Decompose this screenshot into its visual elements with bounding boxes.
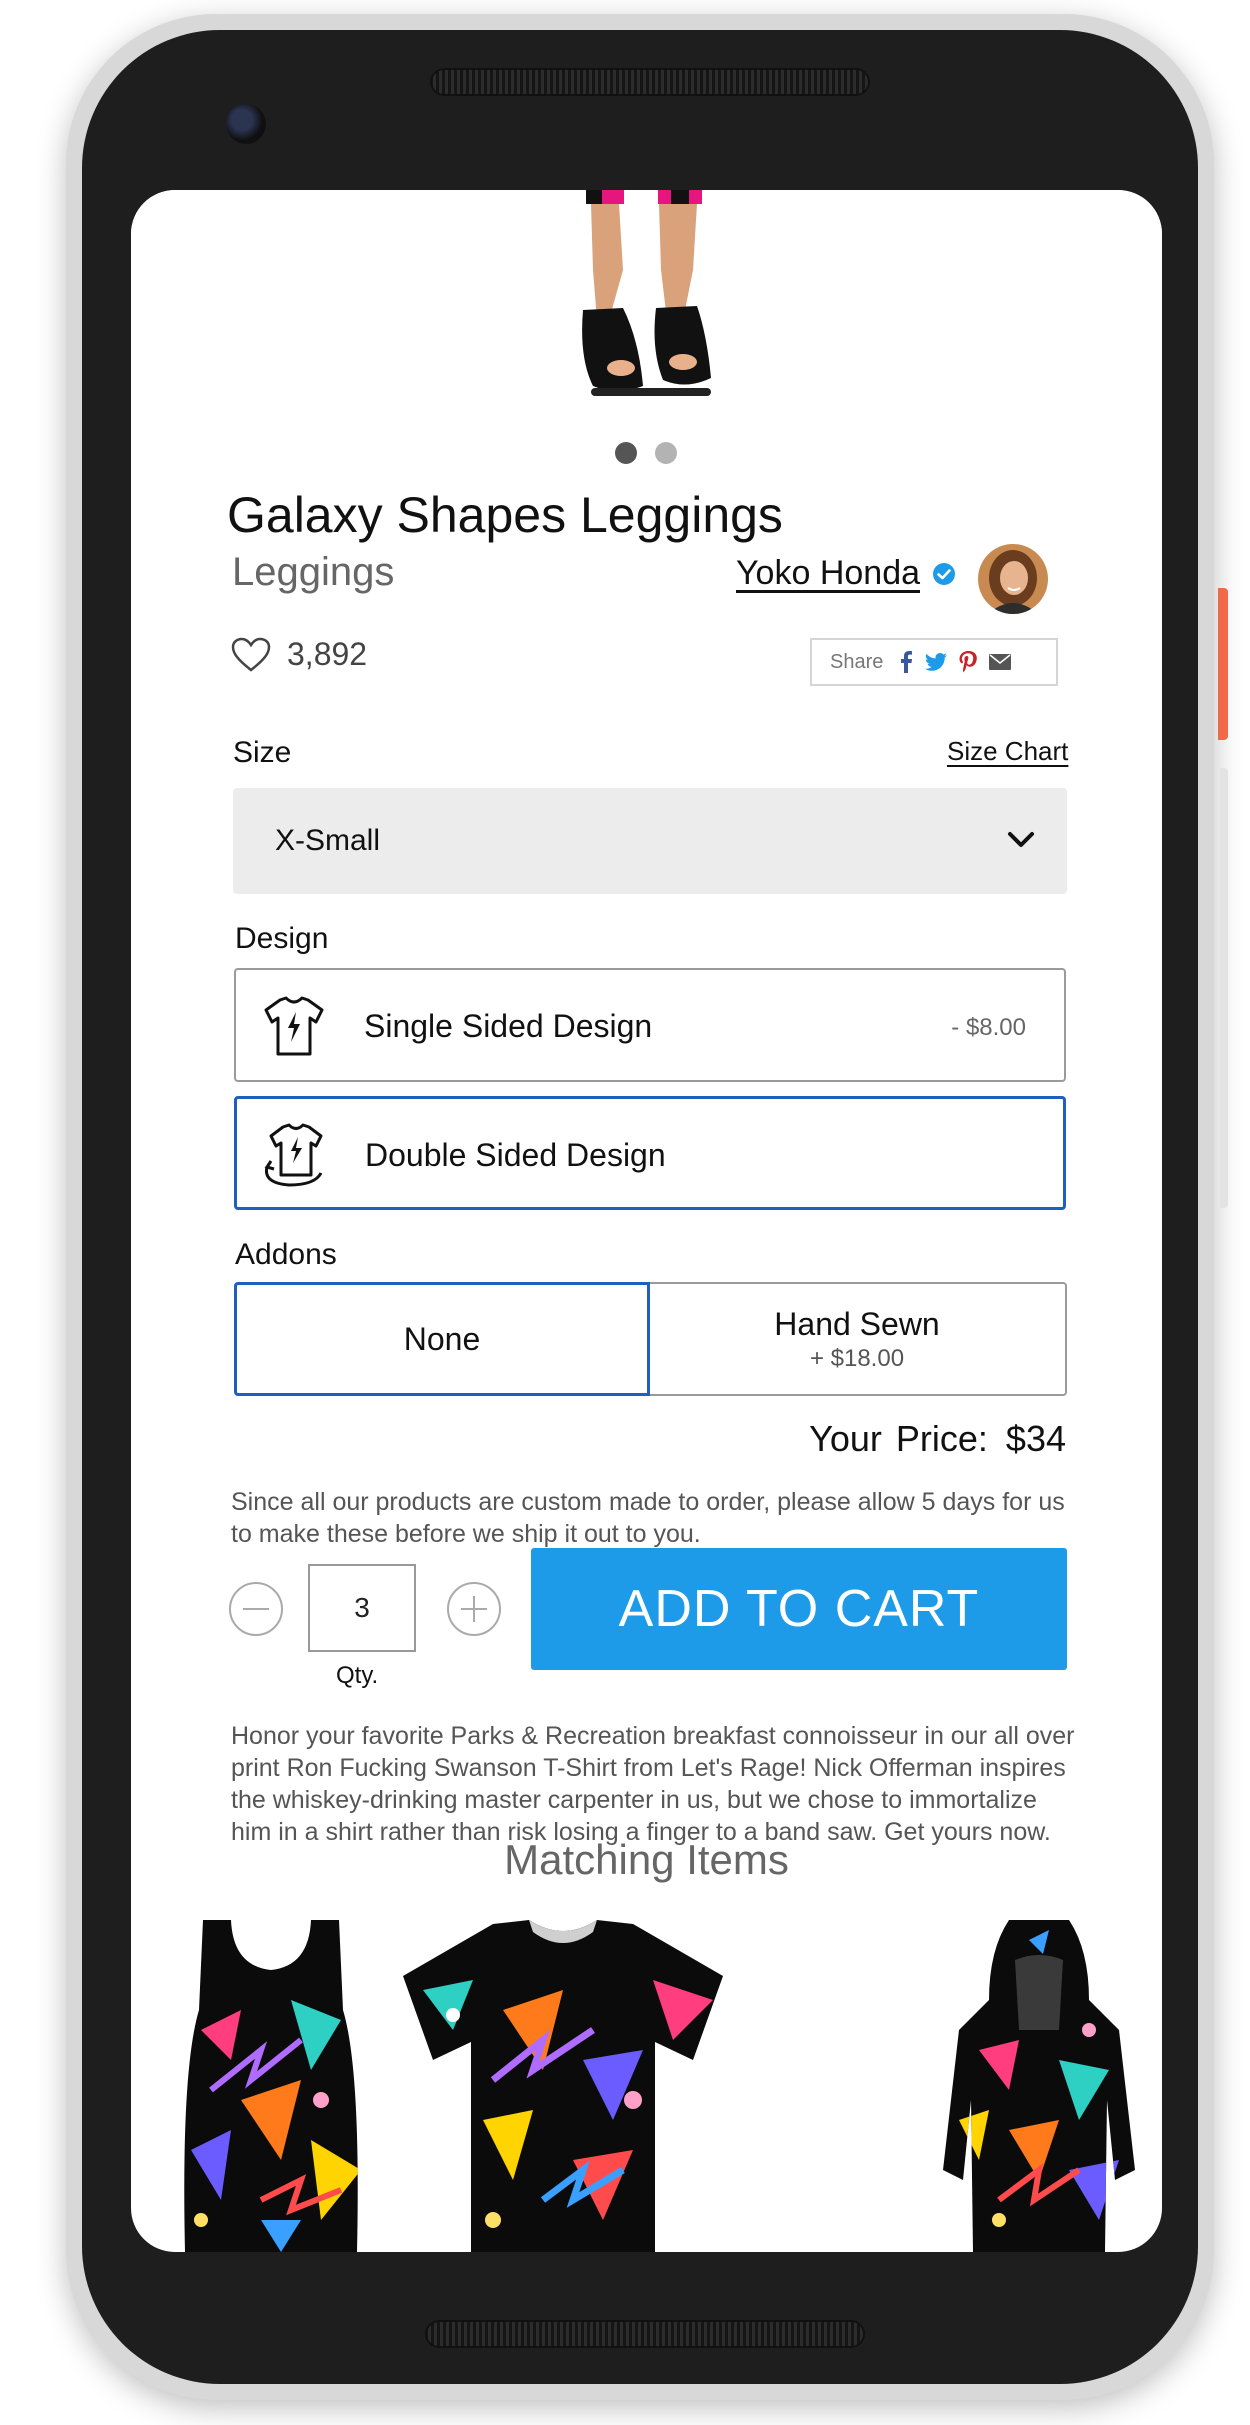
share-bar: Share: [810, 638, 1058, 686]
design-option-double[interactable]: Double Sided Design: [234, 1096, 1066, 1210]
heart-icon[interactable]: [231, 637, 271, 673]
your-price: Your Price: $34: [809, 1418, 1066, 1460]
app-screen: Galaxy Shapes Leggings Leggings Yoko Hon…: [131, 190, 1162, 2252]
carousel-dot-1[interactable]: [615, 442, 637, 464]
shipping-notice: Since all our products are custom made t…: [231, 1488, 1065, 1548]
matching-item-t-shirt[interactable]: [393, 1920, 733, 2252]
bottom-speaker-grille: [425, 2320, 865, 2348]
share-label: Share: [830, 650, 884, 673]
size-select[interactable]: X-Small: [233, 788, 1067, 894]
front-camera-icon: [226, 104, 266, 144]
product-title: Galaxy Shapes Leggings: [227, 487, 783, 543]
quantity-input[interactable]: 3: [308, 1564, 416, 1652]
price-value: $34: [1005, 1418, 1066, 1459]
addon-option-label: Hand Sewn: [774, 1306, 940, 1342]
addon-option-none[interactable]: None: [234, 1282, 650, 1396]
product-description: Honor your favorite Parks & Recreation b…: [231, 1722, 1075, 1846]
carousel-dots: [615, 442, 677, 464]
seller-name-link[interactable]: Yoko Honda: [736, 554, 920, 593]
size-label: Size: [233, 736, 292, 769]
design-option-price: - $8.00: [951, 1014, 1026, 1041]
tshirt-front-icon: [264, 996, 324, 1056]
carousel-dot-2[interactable]: [655, 442, 677, 464]
size-chart-link[interactable]: Size Chart: [947, 736, 1068, 767]
seller-avatar[interactable]: [978, 544, 1048, 614]
likes-count: 3,892: [287, 636, 368, 672]
top-speaker-grille: [430, 68, 870, 96]
price-label: Your Price:: [809, 1418, 988, 1459]
matching-item-tank-top[interactable]: [171, 1920, 371, 2252]
matching-item-hoodie[interactable]: [939, 1920, 1139, 2252]
likes[interactable]: 3,892: [231, 636, 367, 673]
verified-badge-icon: [933, 562, 956, 585]
pinterest-icon[interactable]: [959, 651, 978, 673]
design-option-label: Single Sided Design: [364, 1008, 653, 1044]
quantity-decrease-button[interactable]: [229, 1582, 283, 1636]
chevron-down-icon: [1008, 832, 1034, 847]
volume-button[interactable]: [1220, 768, 1228, 1208]
design-option-single[interactable]: Single Sided Design - $8.00: [234, 968, 1066, 1082]
email-icon[interactable]: [989, 654, 1012, 670]
product-category: Leggings: [232, 550, 395, 594]
addon-option-hand-sewn[interactable]: Hand Sewn + $18.00: [647, 1282, 1067, 1396]
addons-label: Addons: [235, 1238, 337, 1271]
tshirt-rotate-icon: [264, 1123, 323, 1187]
power-button[interactable]: [1218, 588, 1228, 740]
design-label: Design: [235, 922, 329, 955]
add-to-cart-button[interactable]: ADD TO CART: [531, 1548, 1067, 1670]
product-hero-image[interactable]: [131, 190, 1162, 410]
quantity-label: Qty.: [336, 1662, 379, 1689]
design-option-label: Double Sided Design: [365, 1137, 666, 1173]
quantity-increase-button[interactable]: [447, 1582, 501, 1636]
seller-info[interactable]: Yoko Honda: [736, 554, 956, 593]
matching-items-heading: Matching Items: [504, 1836, 789, 1883]
addon-option-price: + $18.00: [809, 1345, 905, 1372]
twitter-icon[interactable]: [925, 653, 948, 671]
facebook-icon[interactable]: [899, 651, 913, 673]
addon-option-label: None: [403, 1321, 481, 1357]
size-selected-value: X-Small: [275, 824, 381, 857]
